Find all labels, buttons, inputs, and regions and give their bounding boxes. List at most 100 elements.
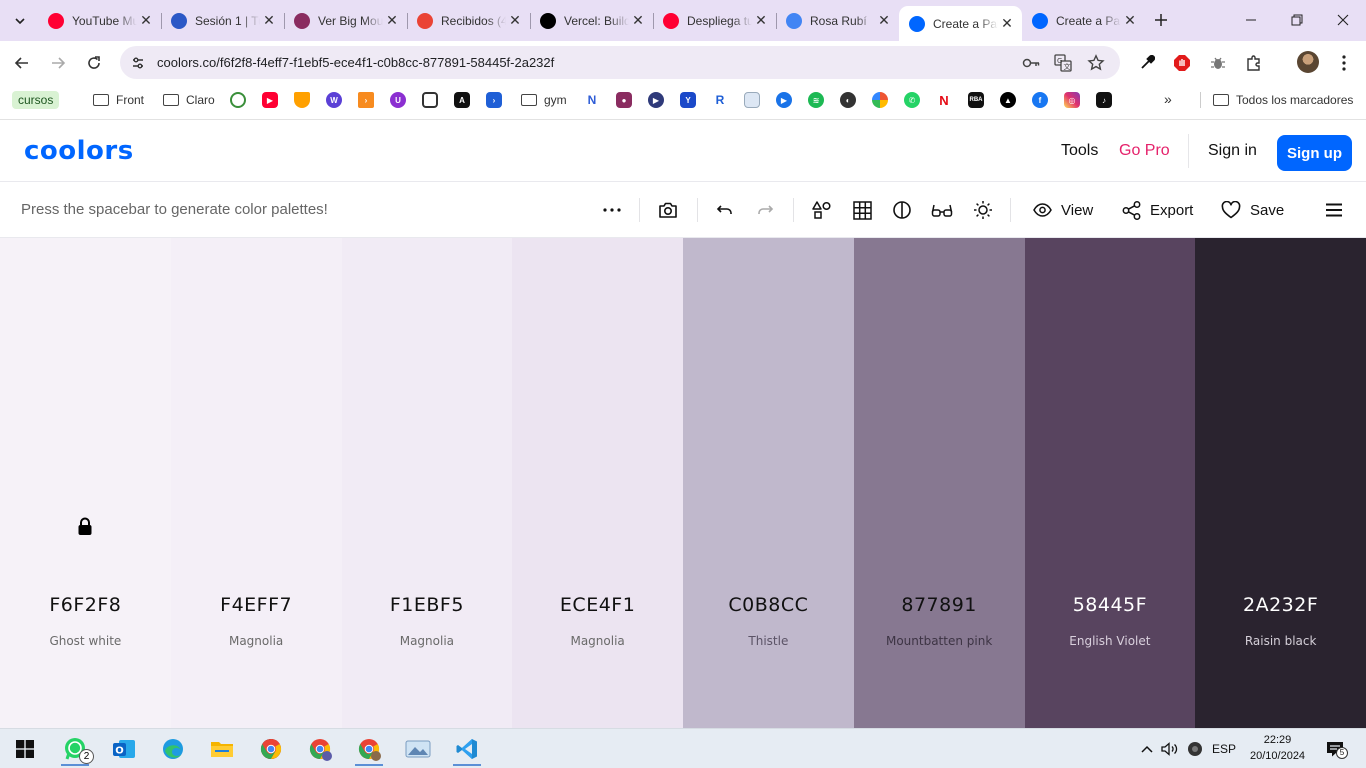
close-tab-icon[interactable]: ✕ <box>752 12 770 30</box>
color-hex-code[interactable]: F6F2F8 <box>0 594 171 616</box>
notifications-icon[interactable]: 5 <box>1322 738 1348 760</box>
minimize-icon[interactable] <box>1228 0 1274 40</box>
bookmark-arrow-icon[interactable]: › <box>358 92 374 108</box>
browser-tab[interactable]: Ver Big Mouth✕ <box>284 6 407 35</box>
address-bar[interactable]: coolors.co/f6f2f8-f4eff7-f1ebf5-ece4f1-c… <box>120 46 1120 79</box>
color-swatch[interactable]: F4EFF7 Magnolia <box>170 238 342 728</box>
browser-menu-kebab-icon[interactable] <box>1333 52 1355 74</box>
browser-tab[interactable]: Despliega tu app✕ <box>653 6 776 35</box>
bookmark-square-icon[interactable] <box>422 92 438 108</box>
bookmark-spotify-icon[interactable]: ≋ <box>808 92 824 108</box>
browser-tab[interactable]: Recibidos (44)✕ <box>407 6 530 35</box>
camera-icon[interactable] <box>656 198 680 222</box>
url-text[interactable]: coolors.co/f6f2f8-f4eff7-f1ebf5-ece4f1-c… <box>157 55 554 70</box>
bookmark-dark-app-icon[interactable]: A <box>454 92 470 108</box>
color-hex-code[interactable]: ECE4F1 <box>512 594 683 616</box>
bookmark-rba-icon[interactable]: RBA <box>968 92 984 108</box>
bookmark-youtube-icon[interactable]: ▶ <box>262 92 278 108</box>
bookmark-vercel-icon[interactable]: ▲ <box>1000 92 1016 108</box>
color-hex-code[interactable]: F1EBF5 <box>342 594 513 616</box>
color-swatch[interactable]: ECE4F1 Magnolia <box>512 238 683 728</box>
restore-icon[interactable] <box>1274 0 1320 40</box>
browser-tab[interactable]: Rosa Rubí ✕ <box>776 6 899 35</box>
close-tab-icon[interactable]: ✕ <box>383 12 401 30</box>
taskbar-edge[interactable] <box>153 732 193 766</box>
back-arrow-icon[interactable] <box>9 50 35 76</box>
taskbar-chrome-2[interactable] <box>300 732 340 766</box>
close-tab-icon[interactable]: ✕ <box>260 12 278 30</box>
color-hex-code[interactable]: 2A232F <box>1195 594 1366 616</box>
color-swatch[interactable]: 2A232F Raisin black <box>1195 238 1366 728</box>
go-pro-link[interactable]: Go Pro <box>1119 142 1170 160</box>
bookmark-firebase-icon[interactable] <box>294 92 310 108</box>
bookmark-video-icon[interactable]: ▶ <box>776 92 792 108</box>
reload-icon[interactable] <box>81 50 107 76</box>
redo-icon[interactable] <box>753 198 777 222</box>
bookmark-folder-gym[interactable]: gym <box>521 91 567 109</box>
undo-icon[interactable] <box>713 198 737 222</box>
bookmark-all-bookmarks[interactable]: Todos los marcadores <box>1213 91 1353 109</box>
close-tab-icon[interactable]: ✕ <box>137 12 155 30</box>
bookmark-tiktok-icon[interactable]: ♪ <box>1096 92 1112 108</box>
bookmark-whatsapp-icon[interactable]: ✆ <box>904 92 920 108</box>
color-hex-code[interactable]: 58445F <box>1025 594 1196 616</box>
bookmark-netflix-icon[interactable]: N <box>936 92 952 108</box>
browser-tab[interactable]: Create a Palette✕ <box>899 6 1022 41</box>
new-tab-button[interactable] <box>1150 9 1172 31</box>
translate-icon[interactable]: G文 <box>1053 53 1073 73</box>
bookmark-webflow-icon[interactable]: W <box>326 92 342 108</box>
bug-extension-icon[interactable] <box>1207 52 1229 74</box>
brightness-sun-icon[interactable] <box>971 198 995 222</box>
taskbar-chrome-1[interactable] <box>251 732 291 766</box>
bookmark-soccer-icon[interactable] <box>230 92 246 108</box>
coolors-logo[interactable]: coolors <box>24 136 134 166</box>
lock-icon[interactable] <box>75 516 95 536</box>
bookmark-play-icon[interactable]: ▶ <box>648 92 664 108</box>
tools-link[interactable]: Tools <box>1061 142 1098 160</box>
tray-overflow-chevron-icon[interactable] <box>1138 738 1156 760</box>
browser-tab[interactable]: Create a Palette✕ <box>1022 6 1145 35</box>
bookmark-globe-icon[interactable]: ◐ <box>840 92 856 108</box>
adblock-extension-icon[interactable] <box>1171 52 1193 74</box>
contrast-icon[interactable] <box>890 198 914 222</box>
taskbar-file-explorer[interactable] <box>202 732 242 766</box>
color-blindness-glasses-icon[interactable] <box>930 198 954 222</box>
tab-search-chevron-icon[interactable] <box>7 8 33 34</box>
bookmark-photos-icon[interactable] <box>872 92 888 108</box>
save-button[interactable]: Save <box>1221 198 1284 222</box>
hamburger-menu-icon[interactable] <box>1322 198 1346 222</box>
shapes-icon[interactable] <box>810 198 834 222</box>
taskbar-vscode[interactable] <box>447 732 487 766</box>
site-info-icon[interactable] <box>126 51 150 75</box>
bookmark-panda-icon[interactable]: ● <box>616 92 632 108</box>
export-button[interactable]: Export <box>1122 198 1193 222</box>
view-button[interactable]: View <box>1033 198 1093 222</box>
bookmark-powershell-icon[interactable]: › <box>486 92 502 108</box>
close-tab-icon[interactable]: ✕ <box>875 12 893 30</box>
color-hex-code[interactable]: 877891 <box>854 594 1025 616</box>
color-hex-code[interactable]: F4EFF7 <box>171 594 342 616</box>
sign-in-link[interactable]: Sign in <box>1208 142 1257 160</box>
color-swatch[interactable]: 877891 Mountbatten pink <box>853 238 1025 728</box>
browser-tab[interactable]: Vercel: Build ✕ <box>530 6 653 35</box>
windows-start-icon[interactable] <box>5 732 45 766</box>
color-swatch[interactable]: 58445F English Violet <box>1024 238 1196 728</box>
bookmark-instagram-icon[interactable]: ◎ <box>1064 92 1080 108</box>
color-swatch[interactable]: F1EBF5 Magnolia <box>341 238 513 728</box>
taskbar-outlook[interactable]: O <box>104 732 144 766</box>
color-picker-extension-icon[interactable] <box>1136 52 1158 74</box>
taskbar-chrome-3[interactable] <box>349 732 389 766</box>
bookmark-cursos[interactable]: cursos <box>12 91 60 109</box>
sign-up-button[interactable]: Sign up <box>1277 135 1352 171</box>
password-key-icon[interactable] <box>1021 53 1041 73</box>
bookmark-folder-claro[interactable]: Claro <box>163 91 215 109</box>
bookmark-r-icon[interactable]: R <box>712 92 728 108</box>
taskbar-whatsapp[interactable]: 2 <box>55 732 95 766</box>
extensions-puzzle-icon[interactable] <box>1243 52 1265 74</box>
volume-icon[interactable] <box>1160 738 1180 760</box>
close-tab-icon[interactable]: ✕ <box>1121 12 1139 30</box>
bookmark-star-icon[interactable] <box>1086 53 1106 73</box>
bookmark-facebook-icon[interactable]: f <box>1032 92 1048 108</box>
browser-tab[interactable]: Sesión 1 | Tutorial✕ <box>161 6 284 35</box>
close-tab-icon[interactable]: ✕ <box>629 12 647 30</box>
